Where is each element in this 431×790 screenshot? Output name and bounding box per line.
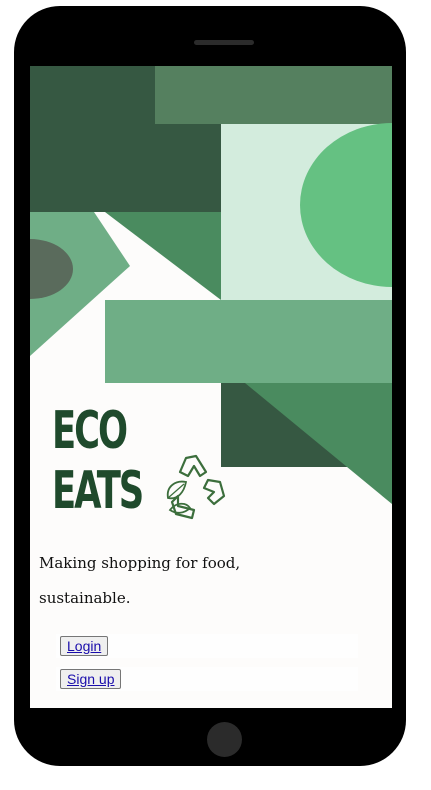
tagline-line-1: Making shopping for food, <box>39 554 241 572</box>
eco-eats-logo: ECO EATS <box>48 400 226 528</box>
speaker-grille <box>194 40 254 45</box>
tagline-line-2: sustainable. <box>39 589 131 607</box>
logo-line-eats: EATS <box>52 461 144 521</box>
hero-shape-top-band <box>155 66 392 124</box>
app-screen: ECO EATS Making shopping for food, susta… <box>30 66 392 708</box>
login-row: Login <box>56 634 358 658</box>
hero-shape-wide-band <box>105 300 392 383</box>
logo-line-eco: ECO <box>52 401 128 461</box>
signup-row: Sign up <box>56 667 358 691</box>
home-button[interactable] <box>207 722 242 757</box>
recycle-leaf-icon <box>166 454 226 520</box>
login-button[interactable]: Login <box>60 636 109 656</box>
signup-button[interactable]: Sign up <box>60 669 122 689</box>
